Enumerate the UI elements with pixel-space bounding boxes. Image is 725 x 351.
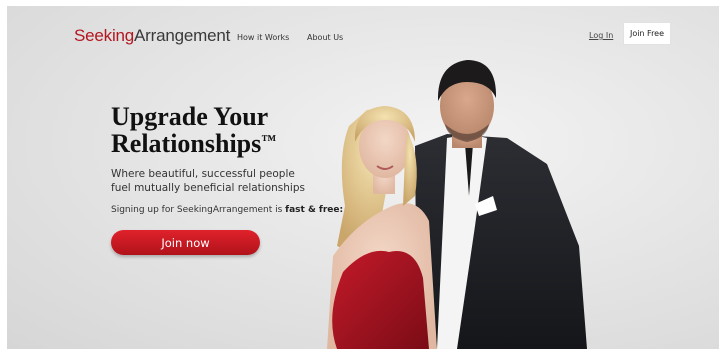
login-link[interactable]: Log In: [589, 31, 613, 40]
trademark-symbol: ™: [261, 133, 277, 149]
headline-line-2: Relationships: [111, 129, 262, 158]
join-now-button[interactable]: Join now: [111, 230, 260, 255]
headline-line-1: Upgrade Your: [111, 102, 269, 131]
join-free-button[interactable]: Join Free: [623, 22, 671, 45]
seeking-arrangement-logo[interactable]: SeekingArrangement: [74, 26, 230, 46]
landing-page: SeekingArrangement How it Works About Us…: [7, 6, 719, 349]
nav-about-us-link[interactable]: About Us: [307, 33, 343, 42]
hero-headline: Upgrade Your Relationships™: [111, 103, 276, 157]
hero-subtitle: Where beautiful, successful people fuel …: [111, 167, 311, 195]
couple-hero-image: [327, 60, 587, 349]
signup-note-text: Signing up for SeekingArrangement is: [111, 205, 286, 215]
subtitle-line-2: fuel mutually beneficial relationships: [111, 182, 305, 194]
logo-part-arrangement: Arrangement: [134, 26, 231, 45]
nav-how-it-works-link[interactable]: How it Works: [237, 33, 289, 42]
subtitle-line-1: Where beautiful, successful people: [111, 168, 295, 180]
logo-part-seeking: Seeking: [74, 26, 135, 45]
